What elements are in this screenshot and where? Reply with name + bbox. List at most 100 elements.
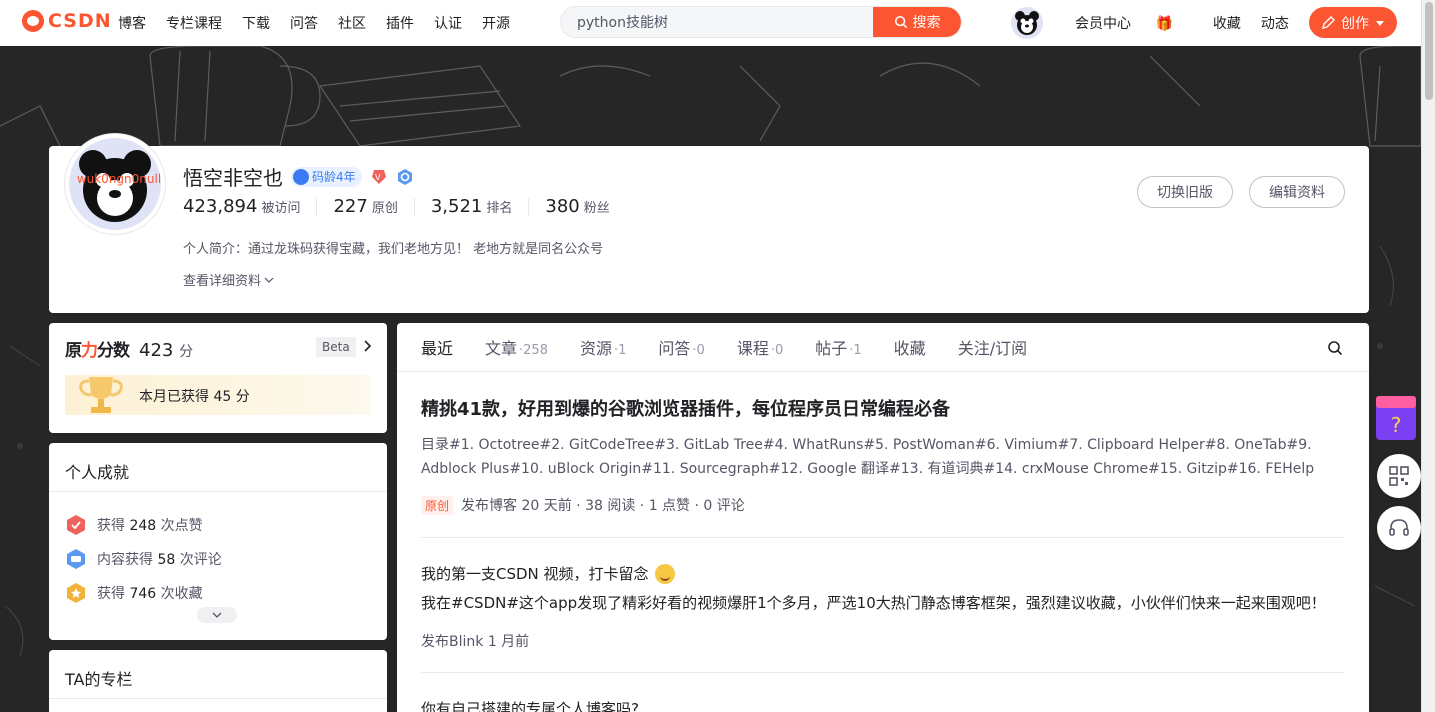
nav-item-opensource[interactable]: 开源 xyxy=(482,13,510,33)
member-center-label: 会员中心 xyxy=(1075,16,1131,32)
page-scrollbar[interactable] xyxy=(1421,0,1435,712)
tab-courses-label: 课程 xyxy=(736,339,769,358)
nav-item-cert[interactable]: 认证 xyxy=(434,13,462,33)
comments-pre: 内容获得 xyxy=(97,552,158,568)
profile-avatar[interactable]: wuk0ngn0null xyxy=(65,134,165,234)
article-title[interactable]: 精挑41款，好用到爆的谷歌浏览器插件，每位程序员日常编程必备 xyxy=(421,395,1345,421)
nav-item-blog[interactable]: 博客 xyxy=(118,13,146,33)
tab-articles[interactable]: 文章 ·258 xyxy=(485,335,548,359)
favorites-post: 次收藏 xyxy=(156,586,203,602)
view-details-label: 查看详细资料 xyxy=(183,274,262,289)
article-summary: 目录#1. Octotree#2. GitCodeTree#3. GitLab … xyxy=(421,437,1315,477)
tab-following[interactable]: 关注/订阅 xyxy=(958,335,1027,359)
search-input[interactable] xyxy=(577,7,867,37)
favorites-pre: 获得 xyxy=(97,586,130,602)
qr-code-icon xyxy=(1389,466,1409,486)
scrollbar-thumb[interactable] xyxy=(1425,2,1433,100)
verified-badge-icon[interactable] xyxy=(396,168,414,186)
trophy-icon xyxy=(79,377,123,413)
switch-old-version-button[interactable]: 切换旧版 xyxy=(1137,176,1233,208)
promo-gift-box-icon[interactable]: ? xyxy=(1372,388,1420,444)
blink-meta-text: 发布Blink 1 月前 xyxy=(421,634,530,650)
power-score-value-wrap: 423 分 xyxy=(139,340,193,361)
svg-text:V: V xyxy=(375,173,381,182)
panda-avatar-icon xyxy=(1015,11,1039,35)
search-button[interactable]: 搜索 xyxy=(873,7,961,37)
nav-item-community[interactable]: 社区 xyxy=(338,13,366,33)
customer-service-button[interactable] xyxy=(1377,506,1421,550)
create-button[interactable]: 创作 xyxy=(1309,7,1397,38)
activity-link[interactable]: 动态 xyxy=(1261,13,1289,33)
tab-resources-count: ·1 xyxy=(614,343,627,358)
avatar-watermark: wuk0ngn0null xyxy=(76,172,162,186)
blink-meta: 发布Blink 1 月前 xyxy=(421,631,1345,651)
power-score-card: 原力分数 423 分 Beta 本月已获得 45 分 xyxy=(49,323,387,433)
user-avatar[interactable] xyxy=(1011,7,1043,39)
csdn-logo[interactable]: CSDN xyxy=(22,10,112,32)
comment-medal-icon xyxy=(67,549,85,569)
tab-articles-label: 文章 xyxy=(485,339,518,358)
tab-courses[interactable]: 课程 ·0 xyxy=(737,335,783,359)
tab-posts-count: ·1 xyxy=(849,343,862,358)
profile-name-row: 悟空非空也 码龄4年 V xyxy=(183,162,414,191)
achievement-likes-text: 获得 248 次点赞 xyxy=(97,515,203,535)
original-tag: 原创 xyxy=(421,495,454,515)
stat-visits-value: 423,894 xyxy=(183,196,258,217)
stat-rank: 3,521 排名 xyxy=(431,198,530,216)
headset-icon xyxy=(1389,519,1409,536)
power-score-title: 原力分数 423 分 xyxy=(65,336,193,361)
stat-original-value: 227 xyxy=(333,196,368,217)
blink-title: 我的第一支CSDN 视频，打卡留念 xyxy=(421,565,649,583)
top-navbar: CSDN 博客 专栏课程 下载 问答 社区 插件 认证 开源 搜索 会员中心 🎁… xyxy=(0,0,1421,46)
tab-favorites[interactable]: 收藏 xyxy=(894,335,926,359)
blink-item[interactable]: 我的第一支CSDN 视频，打卡留念 我在#CSDN#这个app发现了精彩好看的视… xyxy=(421,563,1345,651)
achievement-favorites: 获得 746 次收藏 xyxy=(49,576,387,610)
power-score-logo: 原力分数 xyxy=(65,336,130,361)
stat-original-label: 原创 xyxy=(371,201,398,216)
search-icon[interactable] xyxy=(1327,340,1343,356)
blogger-medal-icon[interactable]: V xyxy=(370,168,388,186)
search-box: 搜索 xyxy=(560,6,962,38)
power-logo-part-c: 分数 xyxy=(97,341,130,361)
favorites-link[interactable]: 收藏 xyxy=(1213,13,1241,33)
achievements-title: 个人成就 xyxy=(49,443,387,492)
nav-item-plugins[interactable]: 插件 xyxy=(386,13,414,33)
profile-stats: 423,894 被访问 227 原创 3,521 排名 380 粉丝 xyxy=(183,198,642,216)
power-logo-part-b: 力 xyxy=(81,341,98,361)
qr-code-button[interactable] xyxy=(1377,454,1421,498)
post-title: 你有自己搭建的专属个人博客吗? xyxy=(421,700,639,712)
favorites-count: 746 xyxy=(129,586,157,602)
comments-count: 58 xyxy=(157,552,176,568)
stat-rank-label: 排名 xyxy=(486,201,513,216)
achievement-likes: 获得 248 次点赞 xyxy=(49,508,387,542)
achievement-comments: 内容获得 58 次评论 xyxy=(49,542,387,576)
search-icon xyxy=(894,15,907,29)
post-item[interactable]: 你有自己搭建的专属个人博客吗? xyxy=(421,698,1345,712)
nav-item-qa[interactable]: 问答 xyxy=(290,13,318,33)
feed-divider xyxy=(421,537,1345,538)
expand-achievements-button[interactable] xyxy=(197,607,237,623)
article-meta: 原创 发布博客 20 天前 · 38 阅读 · 1 点赞 · 0 评论 xyxy=(421,495,1345,515)
tab-resources[interactable]: 资源 ·1 xyxy=(580,335,626,359)
article-item[interactable]: 精挑41款，好用到爆的谷歌浏览器插件，每位程序员日常编程必备 目录#1. Oct… xyxy=(421,395,1345,515)
caret-down-icon xyxy=(1376,20,1384,26)
nav-item-download[interactable]: 下载 xyxy=(242,13,270,33)
tab-qa[interactable]: 问答 ·0 xyxy=(658,335,704,359)
tab-articles-count: ·258 xyxy=(519,343,548,358)
tab-resources-label: 资源 xyxy=(579,339,612,358)
code-age-badge: 码龄4年 xyxy=(291,166,362,187)
stat-visits: 423,894 被访问 xyxy=(183,196,318,217)
chevron-right-icon[interactable] xyxy=(360,339,374,353)
edit-profile-button[interactable]: 编辑资料 xyxy=(1249,176,1345,208)
feed-tabs: 最近 文章 ·258 资源 ·1 问答 ·0 课程 ·0 帖子 ·1 收藏 关注/订阅 xyxy=(397,323,1369,372)
tab-recent[interactable]: 最近 xyxy=(421,335,453,359)
tab-recent-label: 最近 xyxy=(421,339,454,358)
member-center-link[interactable]: 会员中心 🎁 xyxy=(1075,13,1193,33)
stat-fans[interactable]: 380 粉丝 xyxy=(545,196,625,217)
nav-item-courses[interactable]: 专栏课程 xyxy=(166,13,222,33)
tab-posts[interactable]: 帖子 ·1 xyxy=(815,335,861,359)
month-points-banner: 本月已获得 45 分 xyxy=(65,375,371,415)
view-details-link[interactable]: 查看详细资料 xyxy=(183,270,274,289)
beta-badge: Beta xyxy=(316,337,356,357)
stat-fans-value: 380 xyxy=(545,196,580,217)
